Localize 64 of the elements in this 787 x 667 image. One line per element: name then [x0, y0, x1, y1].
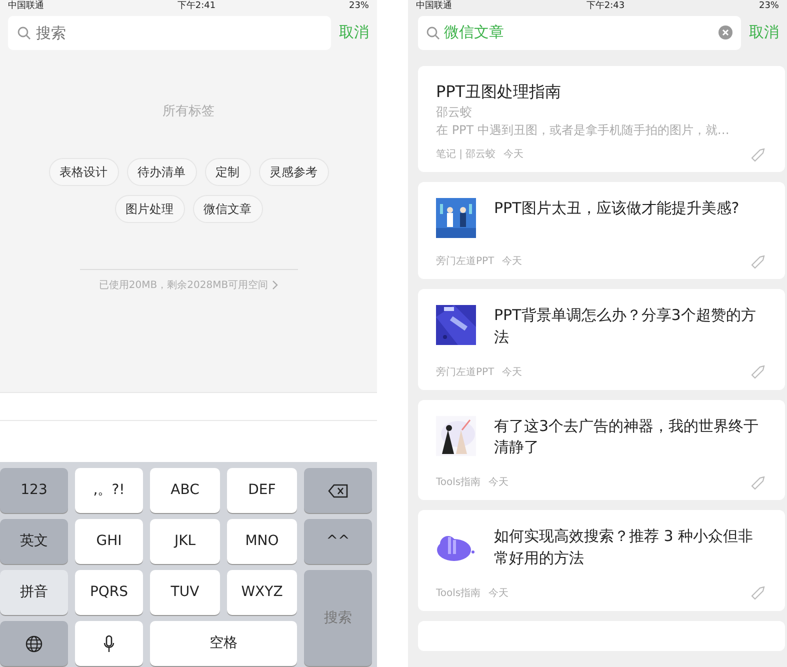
backspace-icon: [328, 484, 348, 498]
status-time: 下午2:43: [586, 0, 625, 12]
article-source: 旁门左道PPT: [436, 366, 494, 380]
globe-key[interactable]: [0, 621, 68, 666]
microphone-icon: [103, 634, 115, 652]
battery-level: 23%: [758, 0, 779, 12]
search-icon: [17, 26, 31, 40]
article-title: 如何实现高效搜索？推荐 3 种小众但非常好用的方法: [494, 526, 754, 569]
keyboard-key[interactable]: ABC: [150, 468, 220, 513]
keyboard-key[interactable]: 拼音: [0, 570, 68, 615]
article-source: 旁门左道PPT: [436, 254, 494, 270]
clear-icon: [718, 25, 733, 40]
keyboard-key[interactable]: DEF: [227, 468, 297, 513]
carrier-name: 中国联通: [416, 0, 452, 12]
article-source: Tools指南: [436, 586, 481, 601]
article-title: PPT丑图处理指南: [436, 81, 562, 103]
article-source: 笔记 | 邵云蛟: [436, 148, 496, 162]
tag-chip[interactable]: 灵感参考: [258, 158, 328, 186]
battery-level: 23%: [348, 0, 369, 12]
article-date: 今天: [502, 255, 522, 270]
keyboard-key[interactable]: MNO: [227, 519, 297, 564]
globe-icon: [25, 634, 43, 652]
section-heading: 所有标签: [162, 103, 214, 121]
author-name: 邵云蛟: [436, 104, 473, 122]
chevron-icon: [272, 280, 278, 290]
carrier-name: 中国联通: [8, 0, 44, 12]
article-title: 有了这3个去广告的神器，我的世界终于清静了: [494, 416, 760, 458]
tag-icon: [751, 148, 765, 162]
tag-chip[interactable]: 待办清单: [126, 158, 196, 186]
article-excerpt: 在 PPT 中遇到丑图，或者是拿手机随手拍的图片，就…: [436, 122, 730, 140]
result-card[interactable]: PPT丑图处理指南 邵云蛟 在 PPT 中遇到丑图，或者是拿手机随手拍的图片，就… 笔记 | 邵云蛟 今天: [418, 66, 785, 172]
article-date: 今天: [502, 366, 522, 380]
result-card[interactable]: 如何实现高效搜索？推荐 3 种小众但非常好用的方法 Tools指南 今天: [418, 510, 785, 611]
tag-icon: [751, 365, 765, 380]
tag-icon: [751, 586, 765, 600]
article-title: PPT图片太丑，应该做才能提升美感?: [494, 198, 740, 220]
tag-chip[interactable]: 微信文章: [192, 194, 262, 222]
search-icon: [426, 26, 440, 40]
search-field[interactable]: 搜索: [8, 16, 331, 50]
tag-chip[interactable]: 表格设计: [48, 158, 118, 186]
article-date: 今天: [504, 148, 524, 162]
keyboard-key[interactable]: ^^: [304, 519, 372, 564]
keyboard-key[interactable]: JKL: [150, 519, 220, 564]
article-date: 今天: [488, 586, 509, 601]
backspace-key[interactable]: [304, 468, 372, 513]
article-source: Tools指南: [436, 476, 481, 490]
result-card[interactable]: PPT背景单调怎么办？分享3个超赞的方法 旁门左道PPT 今天: [418, 289, 785, 390]
keyboard-key[interactable]: TUV: [150, 570, 220, 615]
tag-icon: [751, 476, 765, 490]
article-title: PPT背景单调怎么办？分享3个超赞的方法: [494, 305, 757, 348]
article-date: 今天: [488, 476, 509, 490]
keyboard-key[interactable]: 英文: [0, 519, 68, 564]
keyboard-key[interactable]: 123: [0, 468, 68, 513]
keyboard-key[interactable]: ,。?!: [75, 468, 143, 513]
keyboard-key[interactable]: PQRS: [75, 570, 143, 615]
keyboard-key[interactable]: GHI: [75, 519, 143, 564]
status-time: 下午2:41: [177, 0, 216, 12]
keyboard-key[interactable]: WXYZ: [227, 570, 297, 615]
tag-chip[interactable]: 图片处理: [114, 194, 184, 222]
result-card[interactable]: 有了这3个去广告的神器，我的世界终于清静了 Tools指南 今天: [418, 400, 785, 500]
tag-icon: [751, 254, 765, 269]
space-key[interactable]: 空格: [150, 621, 297, 666]
tag-chip[interactable]: 定制: [204, 158, 250, 186]
result-card[interactable]: PPT图片太丑，应该做才能提升美感? 旁门左道PPT 今天: [418, 182, 785, 280]
